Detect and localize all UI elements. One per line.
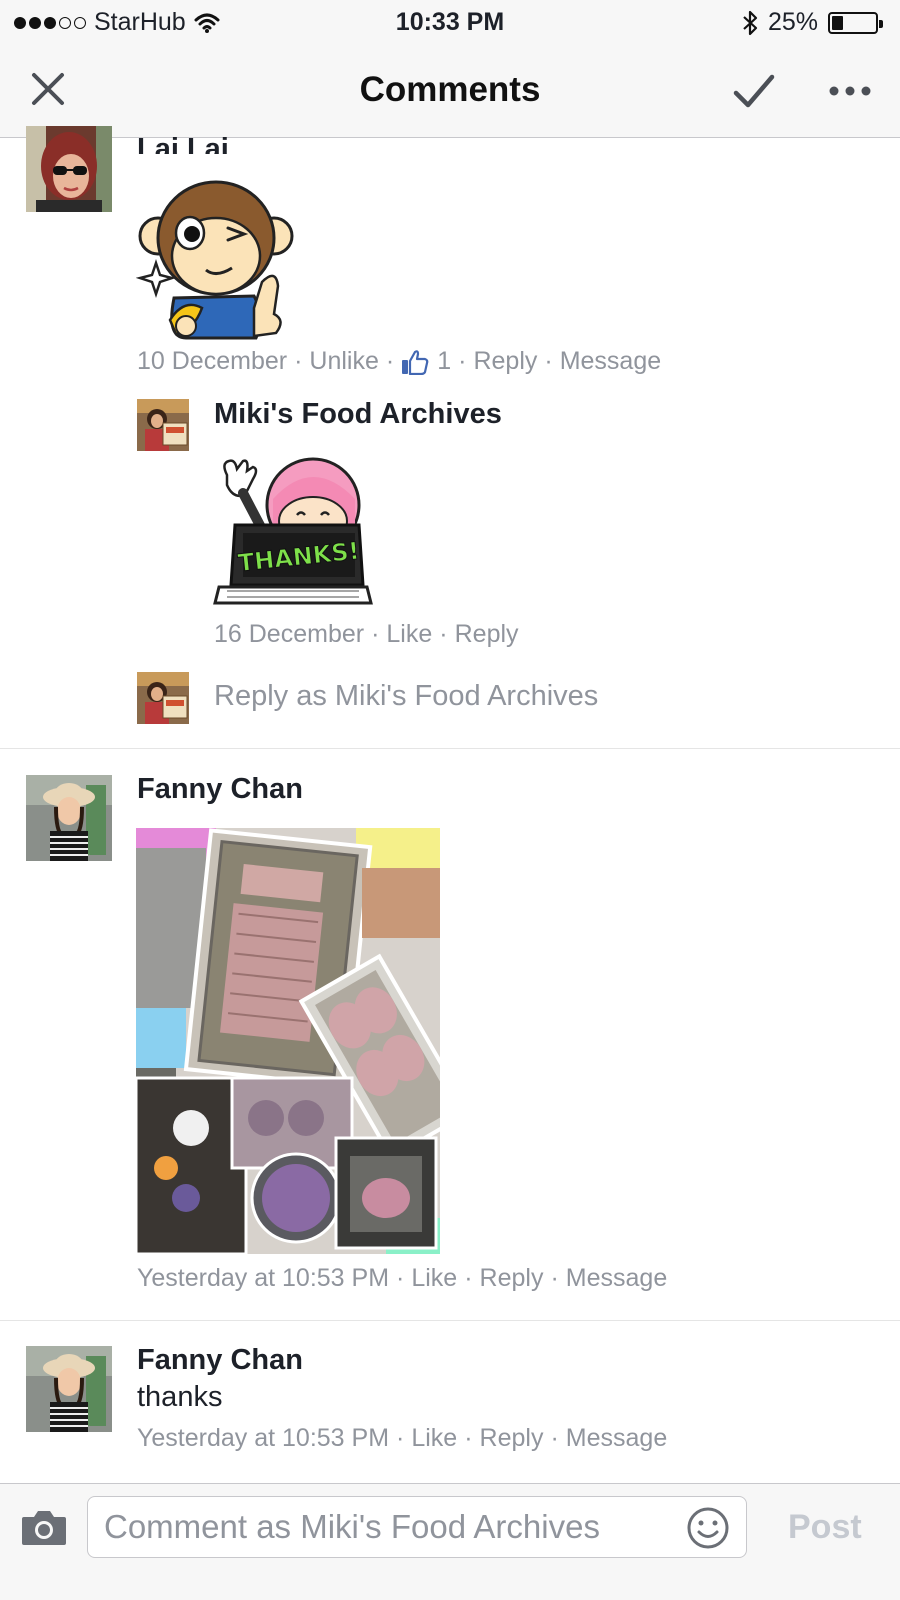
thumbs-up-icon — [402, 349, 429, 375]
unlike-link[interactable]: Unlike — [309, 347, 378, 376]
comment-author[interactable]: Lai Lai — [137, 124, 229, 154]
like-link[interactable]: Like — [411, 1264, 457, 1293]
woman-sunglasses-avatar — [26, 126, 112, 212]
monkey-wink-sticker — [135, 178, 296, 340]
message-link[interactable]: Message — [566, 1424, 667, 1453]
comment-date: 10 December — [137, 347, 288, 375]
comment-author[interactable]: Fanny Chan — [137, 1344, 303, 1377]
reply-meta: 16 December · Like · Reply — [214, 620, 519, 649]
reply-link[interactable]: Reply — [480, 1264, 544, 1293]
reply-link[interactable]: Reply — [455, 620, 519, 649]
comment-meta: Yesterday at 10:53 PM · Like · Reply · M… — [137, 1264, 668, 1293]
reply-date: 16 December — [214, 620, 365, 648]
avatar-fanny-chan[interactable] — [26, 1346, 112, 1432]
woman-with-hat-avatar — [26, 775, 112, 861]
reply-author[interactable]: Miki's Food Archives — [214, 398, 502, 431]
message-link[interactable]: Message — [566, 1264, 667, 1293]
smiley-icon[interactable] — [686, 1506, 730, 1550]
reply-link[interactable]: Reply — [473, 347, 537, 376]
comment-divider — [0, 748, 900, 749]
comment-composer: Post — [0, 1483, 900, 1600]
woman-with-book-avatar — [137, 672, 189, 724]
avatar-lai-lai[interactable] — [26, 126, 112, 212]
comment-date: Yesterday at 10:53 PM — [137, 1424, 390, 1452]
reply-as-prompt[interactable]: Reply as Miki's Food Archives — [214, 680, 598, 713]
comment-text: thanks — [137, 1381, 223, 1413]
nav-bar: Comments — [0, 45, 900, 138]
comment-divider — [0, 1320, 900, 1321]
comment-meta: 10 December · Unlike · 1 · Reply · Messa… — [137, 347, 662, 376]
comment-meta: Yesterday at 10:53 PM · Like · Reply · M… — [137, 1424, 668, 1453]
more-options-icon[interactable] — [826, 71, 874, 111]
avatar-mikis-food-archives[interactable] — [137, 399, 189, 451]
battery-percent: 25% — [767, 8, 818, 36]
like-link[interactable]: Like — [411, 1424, 457, 1453]
message-link[interactable]: Message — [560, 347, 661, 376]
checkmark-icon[interactable] — [730, 67, 778, 115]
camera-icon[interactable] — [20, 1507, 68, 1547]
bread-collage-photo[interactable] — [134, 828, 473, 1256]
comment-date: Yesterday at 10:53 PM — [137, 1264, 390, 1292]
thanks-laptop-sticker: THANKS! — [213, 455, 373, 610]
status-right: 25% — [742, 8, 883, 37]
bluetooth-icon — [743, 10, 758, 35]
comment-input[interactable] — [87, 1496, 747, 1558]
woman-with-book-avatar — [137, 399, 189, 451]
avatar-fanny-chan[interactable] — [26, 775, 112, 861]
avatar-mikis-food-archives — [137, 672, 189, 724]
comment-author[interactable]: Fanny Chan — [137, 773, 303, 806]
like-link[interactable]: Like — [386, 620, 432, 649]
reply-link[interactable]: Reply — [480, 1424, 544, 1453]
battery-icon — [828, 11, 883, 34]
woman-with-hat-avatar — [26, 1346, 112, 1432]
status-bar: StarHub 10:33 PM 25% — [0, 0, 900, 45]
post-button[interactable]: Post — [788, 1508, 862, 1547]
like-count[interactable]: 1 — [437, 347, 451, 376]
